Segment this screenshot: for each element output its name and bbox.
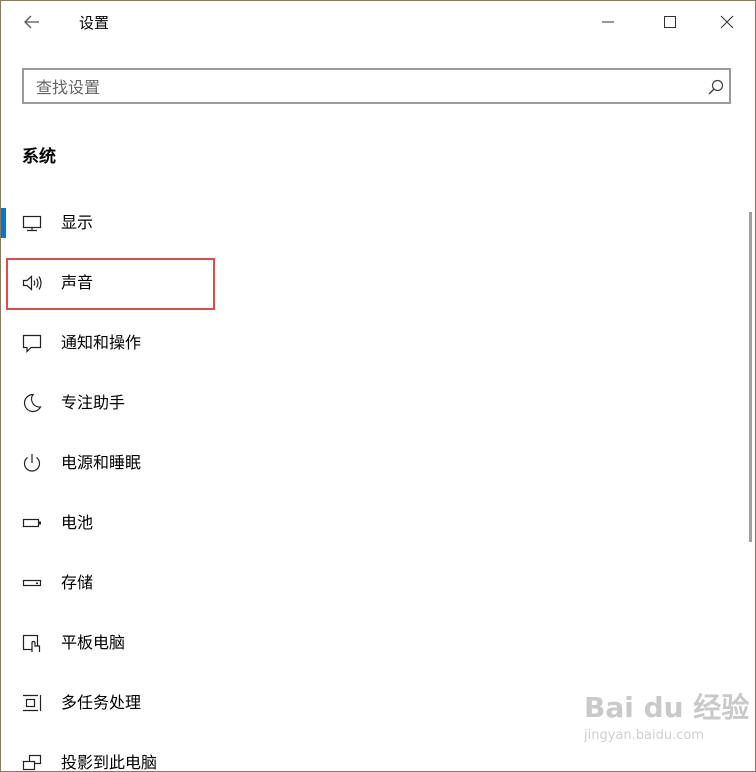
power-icon xyxy=(23,454,41,472)
nav-item-label: 通知和操作 xyxy=(61,333,142,352)
nav-item-tablet[interactable]: 平板电脑 xyxy=(1,613,741,673)
nav-item-label: 专注助手 xyxy=(61,393,126,412)
battery-icon xyxy=(22,518,41,528)
nav-item-storage[interactable]: 存储 xyxy=(1,553,741,613)
watermark-logo: Bai du 经验 xyxy=(584,691,750,724)
window-title: 设置 xyxy=(79,14,110,32)
nav-item-label: 投影到此电脑 xyxy=(61,753,158,772)
nav-item-label: 平板电脑 xyxy=(61,633,126,652)
section-title: 系统 xyxy=(22,147,56,167)
active-indicator xyxy=(1,208,6,238)
search-input[interactable] xyxy=(36,77,676,97)
close-icon xyxy=(720,15,734,29)
nav-item-label: 多任务处理 xyxy=(61,693,142,712)
projection-icon xyxy=(22,754,42,771)
multitasking-icon xyxy=(23,694,42,712)
watermark-url: jingyan.baidu.com xyxy=(584,728,704,743)
back-button[interactable] xyxy=(21,11,43,33)
nav-item-label: 电源和睡眠 xyxy=(61,453,142,472)
tablet-icon xyxy=(22,634,41,652)
watermark: Bai du 经验 jingyan.baidu.com xyxy=(584,686,749,756)
nav-item-focus-assist[interactable]: 专注助手 xyxy=(1,373,741,433)
nav-item-label: 电池 xyxy=(61,513,94,532)
maximize-icon xyxy=(664,16,676,28)
minimize-button[interactable] xyxy=(595,9,621,35)
back-arrow-icon xyxy=(24,15,39,29)
notification-icon xyxy=(22,334,42,353)
monitor-icon xyxy=(22,215,42,232)
nav-item-label: 显示 xyxy=(61,213,94,232)
settings-window: 设置 系统 xyxy=(0,0,756,772)
moon-icon xyxy=(23,393,42,413)
highlight-annotation xyxy=(6,258,215,310)
title-bar: 设置 xyxy=(1,1,755,43)
nav-item-label: 存储 xyxy=(61,573,94,592)
nav-item-battery[interactable]: 电池 xyxy=(1,493,741,553)
maximize-button[interactable] xyxy=(657,9,683,35)
storage-icon xyxy=(22,579,42,587)
search-icon[interactable] xyxy=(707,78,725,96)
scrollbar-thumb[interactable] xyxy=(749,212,752,542)
nav-item-power-sleep[interactable]: 电源和睡眠 xyxy=(1,433,741,493)
nav-item-notifications[interactable]: 通知和操作 xyxy=(1,313,741,373)
nav-item-display[interactable]: 显示 xyxy=(1,193,741,253)
search-box[interactable] xyxy=(22,68,731,104)
close-button[interactable] xyxy=(714,9,740,35)
minimize-icon xyxy=(602,21,614,23)
